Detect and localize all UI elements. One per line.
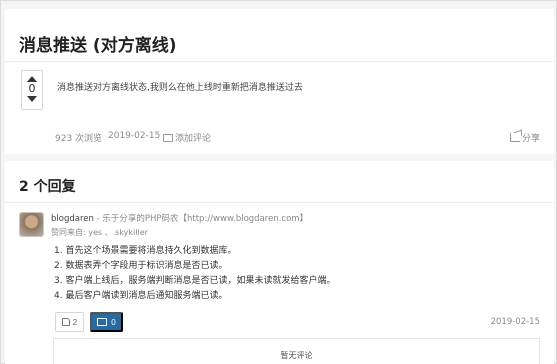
question-title: 消息推送 (对方离线): [19, 36, 177, 56]
vote-down-icon[interactable]: [27, 96, 37, 102]
author-line: blogdaren - 乐于分享的PHP码农【http://www.blogda…: [51, 212, 308, 224]
vote-widget: 0: [21, 70, 43, 110]
avatar[interactable]: [19, 212, 44, 237]
title-divider: [5, 61, 554, 62]
add-comment-link[interactable]: 添加评论: [163, 131, 211, 144]
share-label: 分享: [521, 134, 540, 144]
answers-divider: [5, 202, 554, 203]
share-icon: [509, 133, 520, 142]
comment-button[interactable]: 0: [90, 312, 123, 332]
answer-line-4: 4. 最后客户端读到消息后通知服务端已读。: [54, 291, 228, 301]
page-frame: 消息推送 (对方离线) 0 消息推送对方离线状态,我则么在他上线时重新把消息推送…: [0, 0, 557, 364]
question-date: 2019-02-15: [108, 131, 161, 141]
thumbs-up-icon: [61, 318, 70, 326]
like-count: 2: [72, 317, 78, 327]
answers-section: 2 个回复 blogdaren - 乐于分享的PHP码农【http://www.…: [5, 161, 554, 364]
author-bio: - 乐于分享的PHP码农【http://www.blogdaren.com】: [93, 214, 309, 224]
author-name-link[interactable]: blogdaren: [51, 214, 94, 224]
agree-from: 赞同来自: yes 、 skykiller: [51, 228, 148, 237]
question-body: 消息推送对方离线状态,我则么在他上线时重新把消息推送过去: [57, 83, 303, 93]
answer-line-2: 2. 数据表弄个字段用于标识消息是否已读。: [54, 261, 228, 271]
comment-icon: [97, 318, 108, 326]
comment-count: 0: [111, 317, 116, 327]
view-count: 923 次浏览: [55, 134, 103, 144]
add-comment-label: 添加评论: [175, 134, 212, 144]
share-link[interactable]: 分享: [509, 131, 540, 144]
answer-line-1: 1. 首先这个场景需要将消息持久化到数据库。: [54, 246, 237, 256]
answers-count-heading: 2 个回复: [19, 179, 76, 195]
answer-line-3: 3. 客户端上线后，服务端判断消息是否已读，如果未读就发给客户端。: [54, 276, 336, 286]
vote-count: 0: [28, 82, 36, 95]
like-button[interactable]: 2: [55, 312, 84, 332]
no-comment-box: 暂无评论: [53, 338, 540, 364]
answer-date: 2019-02-15: [490, 317, 540, 327]
question-card: 消息推送 (对方离线) 0 消息推送对方离线状态,我则么在他上线时重新把消息推送…: [5, 9, 554, 154]
answer-body: 1. 首先这个场景需要将消息持久化到数据库。 2. 数据表弄个字段用于标识消息是…: [54, 244, 335, 304]
comment-icon: [163, 133, 173, 142]
